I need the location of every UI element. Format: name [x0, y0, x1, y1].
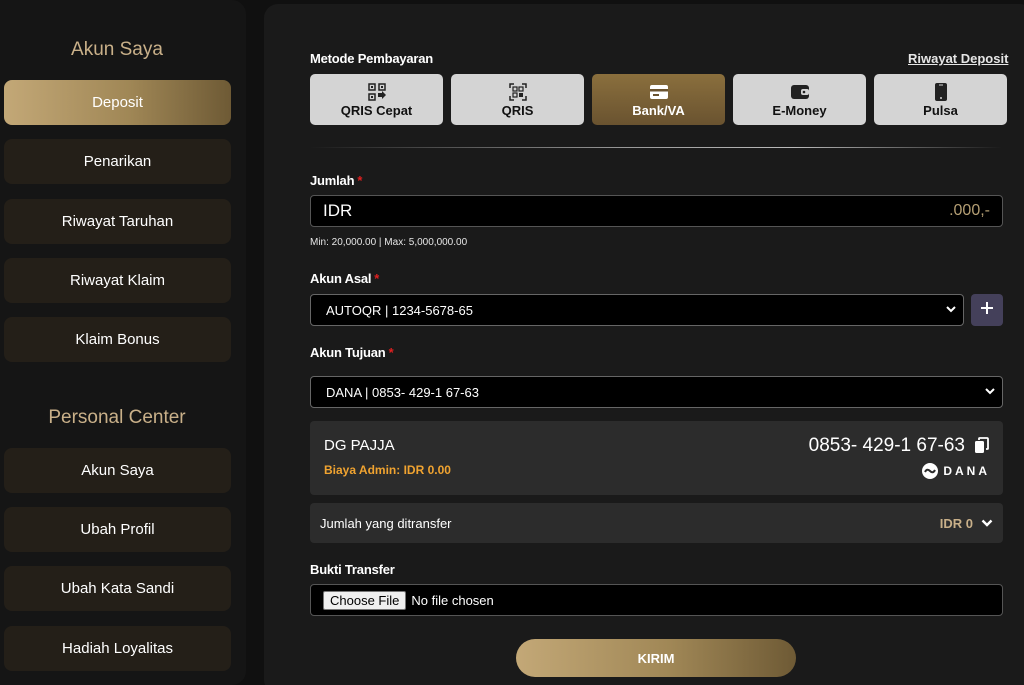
dana-logo: DANA — [921, 462, 990, 480]
tab-e-money-label: E-Money — [772, 102, 827, 118]
proof-label: Bukti Transfer — [310, 562, 395, 577]
destination-account-select[interactable]: DANA | 0853- 429-1 67-63 — [310, 376, 1003, 408]
qr-scan-icon — [508, 82, 527, 102]
source-account-label: Akun Asal * — [310, 271, 379, 286]
source-account-select[interactable]: AUTOQR | 1234-5678-65 — [310, 294, 964, 326]
sidebar-item-edit-profile[interactable]: Ubah Profil — [4, 507, 231, 552]
amount-limits: Min: 20,000.00 | Max: 5,000,000.00 — [310, 237, 468, 248]
tab-e-money[interactable]: E-Money — [733, 74, 866, 125]
transfer-amount-value-wrap: IDR 0 — [940, 516, 993, 531]
sidebar-heading-personal-center: Personal Center — [48, 407, 186, 428]
admin-fee: Biaya Admin: IDR 0.00 — [324, 463, 451, 477]
payment-method-label: Metode Pembayaran — [310, 51, 434, 66]
file-status: No file chosen — [411, 592, 494, 608]
destination-account-card: DG PAJJA Biaya Admin: IDR 0.00 0853- 429… — [310, 421, 1003, 495]
amount-label-text: Jumlah — [310, 173, 355, 188]
tab-qris[interactable]: QRIS — [451, 74, 584, 125]
dana-logo-text: DANA — [943, 464, 990, 478]
sidebar: Akun Saya Deposit Penarikan Riwayat Taru… — [0, 0, 246, 685]
destination-account-value: DANA | 0853- 429-1 67-63 — [326, 384, 479, 400]
account-holder-name: DG PAJJA — [324, 437, 395, 454]
amount-currency-prefix: IDR — [323, 201, 353, 220]
choose-file-button[interactable]: Choose File — [323, 590, 407, 610]
destination-account-label: Akun Tujuan * — [310, 345, 394, 360]
sidebar-item-loyalty-rewards[interactable]: Hadiah Loyalitas — [4, 626, 231, 671]
destination-account-label-text: Akun Tujuan — [310, 345, 386, 360]
tab-pulsa-label: Pulsa — [923, 102, 958, 118]
submit-button[interactable]: KIRIM — [516, 639, 796, 677]
chevron-down-icon — [984, 385, 996, 400]
source-account-label-text: Akun Asal — [310, 271, 372, 286]
sidebar-item-change-password[interactable]: Ubah Kata Sandi — [4, 566, 231, 611]
required-mark: * — [388, 345, 394, 360]
required-mark: * — [374, 271, 380, 286]
plus-icon — [980, 301, 994, 320]
tab-qris-cepat-label: QRIS Cepat — [340, 102, 413, 118]
copy-icon[interactable] — [974, 437, 989, 459]
account-number: 0853- 429-1 67-63 — [808, 435, 965, 456]
sidebar-item-deposit[interactable]: Deposit — [4, 80, 231, 125]
tab-bank-va[interactable]: Bank/VA — [592, 74, 725, 125]
source-account-value: AUTOQR | 1234-5678-65 — [326, 302, 473, 318]
tab-qris-label: QRIS — [501, 102, 534, 118]
sidebar-item-withdrawal[interactable]: Penarikan — [4, 139, 231, 184]
transfer-amount-label: Jumlah yang ditransfer — [320, 515, 452, 531]
tab-bank-va-label: Bank/VA — [632, 102, 685, 118]
required-mark: * — [357, 173, 363, 188]
sidebar-heading-account: Akun Saya — [71, 39, 163, 60]
amount-label: Jumlah * — [310, 173, 362, 188]
chevron-down-icon — [945, 303, 957, 318]
sidebar-item-claim-bonus[interactable]: Klaim Bonus — [4, 317, 231, 362]
phone-icon — [934, 82, 948, 102]
tab-qris-cepat[interactable]: QRIS Cepat — [310, 74, 443, 125]
deposit-history-link[interactable]: Riwayat Deposit — [908, 51, 1008, 66]
amount-input[interactable]: IDR .000,- — [310, 195, 1003, 227]
amount-suffix: .000,- — [949, 202, 990, 219]
payment-method-tabs: QRIS Cepat QRIS Bank/VA E-Money Pulsa — [310, 74, 1007, 125]
add-account-button[interactable] — [971, 294, 1003, 326]
card-icon — [649, 82, 669, 102]
tab-pulsa[interactable]: Pulsa — [874, 74, 1007, 125]
dana-logo-mark — [922, 463, 939, 479]
divider — [310, 147, 1002, 148]
chevron-down-icon — [981, 516, 993, 531]
proof-file-input[interactable]: Choose File No file chosen — [310, 584, 1003, 616]
transfer-amount-toggle[interactable]: Jumlah yang ditransfer IDR 0 — [310, 503, 1003, 543]
sidebar-item-bet-history[interactable]: Riwayat Taruhan — [4, 199, 231, 244]
sidebar-item-my-account[interactable]: Akun Saya — [4, 448, 231, 493]
qr-fast-icon — [367, 82, 386, 102]
transfer-amount-value: IDR 0 — [939, 515, 973, 531]
sidebar-item-claim-history[interactable]: Riwayat Klaim — [4, 258, 231, 303]
wallet-icon — [790, 82, 810, 102]
